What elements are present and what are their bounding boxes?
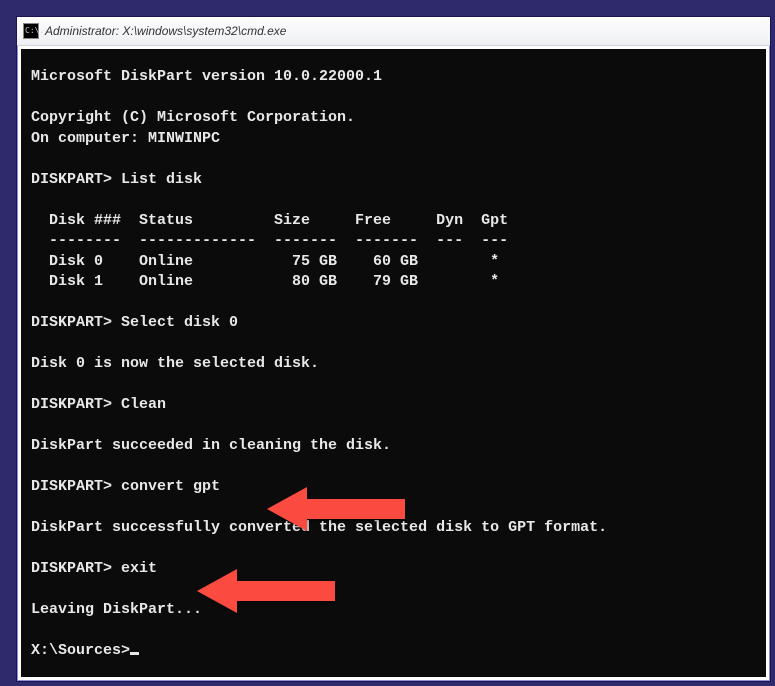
terminal-line: DISKPART> exit [31, 560, 157, 577]
terminal-line: Leaving DiskPart... [31, 601, 202, 618]
cmd-window: C:\. Administrator: X:\windows\system32\… [16, 16, 771, 682]
system-menu-icon[interactable]: C:\. [23, 23, 39, 39]
terminal-line: DiskPart successfully converted the sele… [31, 519, 607, 536]
terminal-line: Disk ### Status Size Free Dyn Gpt [31, 212, 508, 229]
terminal-line: Copyright (C) Microsoft Corporation. [31, 109, 355, 126]
terminal-line: DISKPART> Select disk 0 [31, 314, 238, 331]
terminal-line: DISKPART> Clean [31, 396, 166, 413]
cursor [130, 652, 139, 655]
terminal-line: Microsoft DiskPart version 10.0.22000.1 [31, 68, 382, 85]
terminal-line: X:\Sources> [31, 642, 130, 659]
terminal-line: Disk 1 Online 80 GB 79 GB * [31, 273, 499, 290]
terminal-line: DISKPART> convert gpt [31, 478, 220, 495]
window-title: Administrator: X:\windows\system32\cmd.e… [45, 24, 286, 38]
terminal-line: DISKPART> List disk [31, 171, 202, 188]
terminal-line: On computer: MINWINPC [31, 130, 220, 147]
title-bar[interactable]: C:\. Administrator: X:\windows\system32\… [17, 17, 770, 46]
terminal-line: DiskPart succeeded in cleaning the disk. [31, 437, 391, 454]
terminal-line: Disk 0 is now the selected disk. [31, 355, 319, 372]
terminal-output[interactable]: Microsoft DiskPart version 10.0.22000.1 … [21, 49, 766, 677]
terminal-line: Disk 0 Online 75 GB 60 GB * [31, 253, 499, 270]
terminal-line: -------- ------------- ------- ------- -… [31, 232, 508, 249]
